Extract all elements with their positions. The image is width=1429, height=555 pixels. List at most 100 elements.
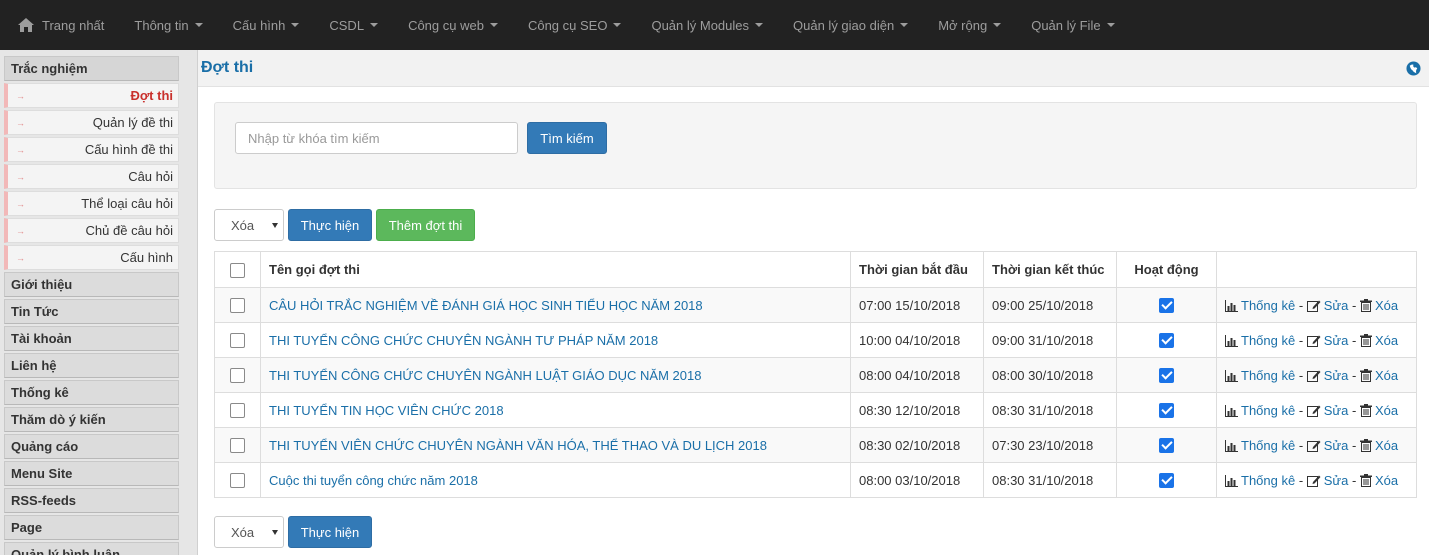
exam-title-link[interactable]: THI TUYỂN CÔNG CHỨC CHUYÊN NGÀNH LUẬT GI…: [269, 368, 701, 383]
sidebar-group-tham-do-y-kien[interactable]: Thăm dò ý kiến: [4, 407, 179, 432]
nav-label: Quản lý giao diện: [793, 17, 895, 33]
active-checkbox[interactable]: [1159, 333, 1174, 349]
row-select-cell: [214, 462, 261, 498]
nav-thong-tin[interactable]: Thông tin: [119, 0, 217, 50]
stats-action-label: Thống kê: [1241, 297, 1296, 313]
edit-action-label: Sửa: [1323, 472, 1349, 488]
exam-title-link[interactable]: THI TUYỂN TIN HỌC VIÊN CHỨC 2018: [269, 403, 504, 418]
sidebar-item-dot-thi[interactable]: → Đợt thi: [4, 83, 179, 108]
delete-action[interactable]: Xóa: [1359, 332, 1399, 348]
execute-button-bottom[interactable]: Thực hiện: [288, 516, 372, 548]
sidebar-item-cau-hoi[interactable]: → Câu hỏi: [4, 164, 179, 189]
sidebar-group-label: Liên hệ: [11, 358, 57, 373]
arrow-right-icon: →: [16, 225, 25, 236]
delete-action[interactable]: Xóa: [1359, 403, 1398, 418]
edit-action[interactable]: Sửa: [1306, 333, 1348, 348]
nav-mo-rong[interactable]: Mở rộng: [923, 0, 1016, 50]
edit-action[interactable]: Sửa: [1306, 402, 1349, 418]
action-separator: -: [1348, 367, 1360, 383]
stats-action[interactable]: Thống kê: [1225, 438, 1295, 453]
add-exam-button[interactable]: Thêm đợt thi: [376, 209, 475, 241]
delete-action[interactable]: Xóa: [1359, 438, 1398, 453]
row-end-cell: 07:30 23/10/2018: [983, 427, 1117, 463]
stats-action[interactable]: Thống kê: [1225, 473, 1295, 488]
sidebar-group-lien-he[interactable]: Liên hệ: [4, 353, 179, 378]
exam-title-link[interactable]: Cuộc thi tuyển công chức năm 2018: [269, 473, 478, 488]
row-end-cell: 08:30 31/10/2018: [983, 392, 1117, 428]
exam-table: Tên gọi đợt thi Thời gian bắt đầu Thời g…: [214, 251, 1417, 498]
active-checkbox[interactable]: [1159, 438, 1174, 454]
edit-action-label: Sửa: [1323, 402, 1349, 418]
nav-label: Quản lý Modules: [651, 17, 750, 33]
nav-label: Thông tin: [134, 17, 189, 33]
sidebar-group-thong-ke[interactable]: Thống kê: [4, 380, 179, 405]
select-all-checkbox[interactable]: [230, 262, 245, 278]
nav-home[interactable]: Trang nhất: [0, 0, 119, 50]
sidebar-item-chu-de-cau-hoi[interactable]: → Chủ đề câu hỏi: [4, 218, 179, 243]
sidebar-group-rss-feeds[interactable]: RSS-feeds: [4, 488, 179, 513]
sidebar-group-label: Tin Tức: [11, 304, 59, 319]
trash-icon: [1359, 438, 1375, 453]
sidebar-item-the-loai-cau-hoi[interactable]: → Thể loại câu hỏi: [4, 191, 179, 216]
delete-action[interactable]: Xóa: [1359, 298, 1398, 313]
caret-down-icon: [613, 23, 622, 27]
bulk-action-select-top[interactable]: Xóa: [214, 209, 284, 241]
active-checkbox[interactable]: [1159, 298, 1174, 314]
exam-title-link[interactable]: THI TUYỂN VIÊN CHỨC CHUYÊN NGÀNH VĂN HÓA…: [269, 438, 767, 453]
sidebar-group-quang-cao[interactable]: Quảng cáo: [4, 434, 179, 459]
globe-icon[interactable]: [1406, 60, 1421, 76]
search-panel: Tìm kiếm: [214, 102, 1417, 189]
sidebar-group-quan-ly-binh-luan[interactable]: Quản lý bình luận: [4, 542, 179, 555]
sidebar-item-quan-ly-de-thi[interactable]: → Quản lý đề thi: [4, 110, 179, 135]
trash-icon: [1359, 403, 1375, 418]
edit-action[interactable]: Sửa: [1306, 438, 1348, 453]
action-separator: -: [1348, 437, 1360, 453]
caret-down-icon: [370, 23, 379, 27]
sidebar-item-cau-hinh-de-thi[interactable]: → Cấu hình đề thi: [4, 137, 179, 162]
exam-title-link[interactable]: THI TUYỂN CÔNG CHỨC CHUYÊN NGÀNH TƯ PHÁP…: [269, 333, 658, 348]
edit-action[interactable]: Sửa: [1306, 368, 1348, 383]
bar-chart-icon: [1225, 333, 1241, 348]
delete-action[interactable]: Xóa: [1359, 473, 1398, 488]
execute-button-top[interactable]: Thực hiện: [288, 209, 372, 241]
stats-action[interactable]: Thống kê: [1225, 333, 1295, 348]
exam-title-link[interactable]: CÂU HỎI TRẮC NGHIỆM VỀ ĐÁNH GIÁ HỌC SINH…: [269, 298, 703, 313]
nav-csdl[interactable]: CSDL: [314, 0, 393, 50]
search-input[interactable]: [235, 122, 518, 154]
row-checkbox[interactable]: [230, 298, 245, 314]
sidebar-group-trac-nghiem[interactable]: Trắc nghiệm: [4, 56, 179, 81]
stats-action[interactable]: Thống kê: [1225, 368, 1295, 383]
col-end-header: Thời gian kết thúc: [983, 251, 1117, 288]
sidebar-item-cau-hinh[interactable]: → Cấu hình: [4, 245, 179, 270]
sidebar-group-gioi-thieu[interactable]: Giới thiệu: [4, 272, 179, 297]
stats-action[interactable]: Thống kê: [1225, 298, 1295, 313]
edit-action[interactable]: Sửa: [1306, 472, 1349, 488]
delete-action-label: Xóa: [1374, 332, 1399, 348]
row-checkbox[interactable]: [230, 403, 245, 419]
nav-quan-ly-giao-dien[interactable]: Quản lý giao diện: [778, 0, 923, 50]
nav-quan-ly-modules[interactable]: Quản lý Modules: [636, 0, 778, 50]
active-checkbox[interactable]: [1159, 403, 1174, 419]
row-checkbox[interactable]: [230, 333, 245, 349]
delete-action[interactable]: Xóa: [1359, 368, 1398, 383]
sidebar-group-page[interactable]: Page: [4, 515, 179, 540]
stats-action[interactable]: Thống kê: [1225, 403, 1295, 418]
row-end-cell: 08:00 30/10/2018: [983, 357, 1117, 393]
edit-action[interactable]: Sửa: [1306, 298, 1348, 313]
bulk-action-select-bottom[interactable]: Xóa: [214, 516, 284, 548]
sidebar-group-tin-tuc[interactable]: Tin Tức: [4, 299, 179, 324]
arrow-right-icon: →: [16, 198, 25, 209]
nav-cong-cu-seo[interactable]: Công cụ SEO: [513, 0, 637, 50]
nav-quan-ly-file[interactable]: Quản lý File: [1016, 0, 1129, 50]
active-checkbox[interactable]: [1159, 473, 1174, 489]
active-checkbox[interactable]: [1159, 368, 1174, 384]
nav-cong-cu-web[interactable]: Công cụ web: [393, 0, 513, 50]
sidebar-group-tai-khoan[interactable]: Tài khoản: [4, 326, 179, 351]
search-button[interactable]: Tìm kiếm: [527, 122, 607, 154]
row-checkbox[interactable]: [230, 438, 245, 454]
sidebar-group-menu-site[interactable]: Menu Site: [4, 461, 179, 486]
row-checkbox[interactable]: [230, 368, 245, 384]
row-checkbox[interactable]: [230, 473, 245, 489]
table-row: THI TUYỂN TIN HỌC VIÊN CHỨC 2018 08:30 12…: [214, 392, 1417, 428]
nav-cau-hinh[interactable]: Cấu hình: [218, 0, 315, 50]
